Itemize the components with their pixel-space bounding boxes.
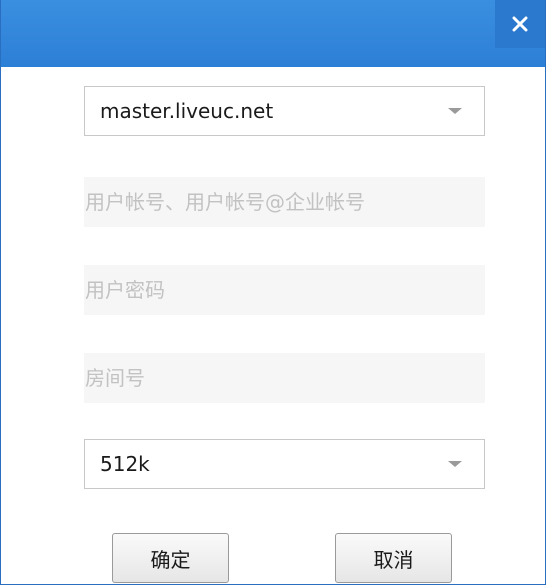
close-button[interactable] [495, 0, 545, 48]
close-icon [512, 16, 528, 32]
title-bar[interactable] [1, 0, 545, 67]
dropdown-arrow-icon [448, 108, 462, 114]
server-select[interactable]: master.liveuc.net [84, 86, 485, 136]
password-input[interactable] [84, 265, 485, 315]
bandwidth-select[interactable]: 512k [84, 439, 485, 489]
account-input[interactable] [84, 177, 485, 227]
room-number-input[interactable] [84, 353, 485, 403]
cancel-button[interactable]: 取消 [335, 533, 452, 583]
bandwidth-select-value: 512k [100, 452, 150, 476]
server-select-value: master.liveuc.net [100, 99, 274, 123]
dropdown-arrow-icon [448, 461, 462, 467]
login-dialog: master.liveuc.net 512k 确定 取消 [0, 0, 546, 585]
confirm-button[interactable]: 确定 [112, 533, 229, 583]
